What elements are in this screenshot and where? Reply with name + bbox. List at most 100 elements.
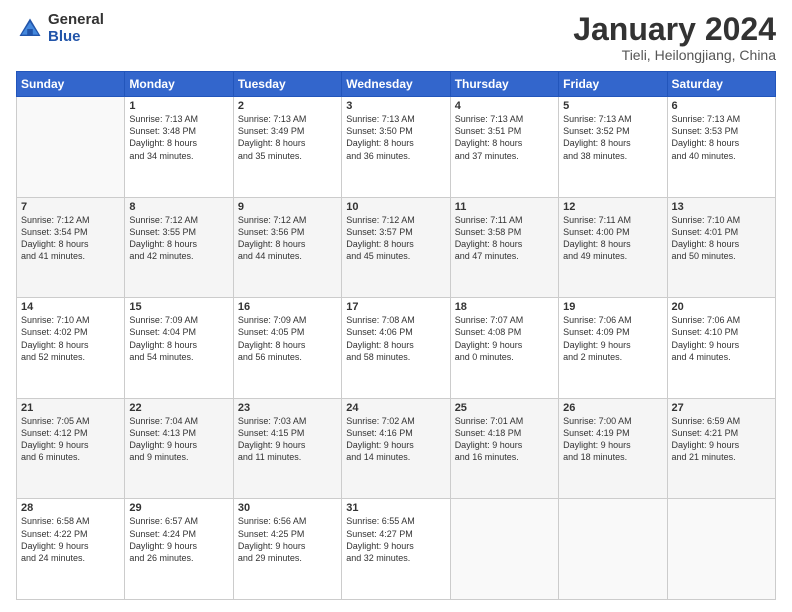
subtitle: Tieli, Heilongjiang, China: [573, 47, 776, 63]
day-number: 14: [21, 301, 120, 313]
table-row: 10Sunrise: 7:12 AMSunset: 3:57 PMDayligh…: [342, 197, 450, 298]
day-info: Sunrise: 7:01 AMSunset: 4:18 PMDaylight:…: [455, 415, 554, 464]
table-row: [667, 499, 775, 600]
header: General Blue January 2024 Tieli, Heilong…: [16, 12, 776, 63]
table-row: 21Sunrise: 7:05 AMSunset: 4:12 PMDayligh…: [17, 398, 125, 499]
day-info: Sunrise: 6:57 AMSunset: 4:24 PMDaylight:…: [129, 515, 228, 564]
day-number: 2: [238, 100, 337, 112]
table-row: 9Sunrise: 7:12 AMSunset: 3:56 PMDaylight…: [233, 197, 341, 298]
col-wednesday: Wednesday: [342, 72, 450, 97]
day-info: Sunrise: 7:13 AMSunset: 3:53 PMDaylight:…: [672, 113, 771, 162]
day-info: Sunrise: 7:02 AMSunset: 4:16 PMDaylight:…: [346, 415, 445, 464]
day-number: 22: [129, 402, 228, 414]
day-info: Sunrise: 6:58 AMSunset: 4:22 PMDaylight:…: [21, 515, 120, 564]
col-thursday: Thursday: [450, 72, 558, 97]
table-row: 18Sunrise: 7:07 AMSunset: 4:08 PMDayligh…: [450, 298, 558, 399]
calendar-week-row: 28Sunrise: 6:58 AMSunset: 4:22 PMDayligh…: [17, 499, 776, 600]
day-info: Sunrise: 7:07 AMSunset: 4:08 PMDaylight:…: [455, 314, 554, 363]
table-row: 5Sunrise: 7:13 AMSunset: 3:52 PMDaylight…: [559, 97, 667, 198]
day-info: Sunrise: 7:13 AMSunset: 3:50 PMDaylight:…: [346, 113, 445, 162]
day-number: 4: [455, 100, 554, 112]
day-number: 5: [563, 100, 662, 112]
col-sunday: Sunday: [17, 72, 125, 97]
logo-blue: Blue: [48, 29, 104, 46]
calendar-week-row: 7Sunrise: 7:12 AMSunset: 3:54 PMDaylight…: [17, 197, 776, 298]
table-row: 22Sunrise: 7:04 AMSunset: 4:13 PMDayligh…: [125, 398, 233, 499]
table-row: 14Sunrise: 7:10 AMSunset: 4:02 PMDayligh…: [17, 298, 125, 399]
day-info: Sunrise: 7:11 AMSunset: 4:00 PMDaylight:…: [563, 214, 662, 263]
day-info: Sunrise: 7:04 AMSunset: 4:13 PMDaylight:…: [129, 415, 228, 464]
table-row: 29Sunrise: 6:57 AMSunset: 4:24 PMDayligh…: [125, 499, 233, 600]
calendar: Sunday Monday Tuesday Wednesday Thursday…: [16, 71, 776, 600]
day-number: 13: [672, 201, 771, 213]
day-number: 12: [563, 201, 662, 213]
day-info: Sunrise: 7:10 AMSunset: 4:01 PMDaylight:…: [672, 214, 771, 263]
col-monday: Monday: [125, 72, 233, 97]
col-tuesday: Tuesday: [233, 72, 341, 97]
table-row: 8Sunrise: 7:12 AMSunset: 3:55 PMDaylight…: [125, 197, 233, 298]
day-info: Sunrise: 7:13 AMSunset: 3:48 PMDaylight:…: [129, 113, 228, 162]
calendar-week-row: 1Sunrise: 7:13 AMSunset: 3:48 PMDaylight…: [17, 97, 776, 198]
day-number: 20: [672, 301, 771, 313]
table-row: 6Sunrise: 7:13 AMSunset: 3:53 PMDaylight…: [667, 97, 775, 198]
day-info: Sunrise: 7:13 AMSunset: 3:49 PMDaylight:…: [238, 113, 337, 162]
day-number: 9: [238, 201, 337, 213]
table-row: 23Sunrise: 7:03 AMSunset: 4:15 PMDayligh…: [233, 398, 341, 499]
logo: General Blue: [16, 12, 104, 45]
day-info: Sunrise: 7:09 AMSunset: 4:04 PMDaylight:…: [129, 314, 228, 363]
day-number: 31: [346, 502, 445, 514]
day-info: Sunrise: 7:12 AMSunset: 3:54 PMDaylight:…: [21, 214, 120, 263]
table-row: 27Sunrise: 6:59 AMSunset: 4:21 PMDayligh…: [667, 398, 775, 499]
table-row: 2Sunrise: 7:13 AMSunset: 3:49 PMDaylight…: [233, 97, 341, 198]
day-info: Sunrise: 7:06 AMSunset: 4:10 PMDaylight:…: [672, 314, 771, 363]
col-saturday: Saturday: [667, 72, 775, 97]
day-number: 24: [346, 402, 445, 414]
day-number: 3: [346, 100, 445, 112]
day-info: Sunrise: 7:13 AMSunset: 3:51 PMDaylight:…: [455, 113, 554, 162]
day-number: 16: [238, 301, 337, 313]
day-info: Sunrise: 7:08 AMSunset: 4:06 PMDaylight:…: [346, 314, 445, 363]
day-info: Sunrise: 7:06 AMSunset: 4:09 PMDaylight:…: [563, 314, 662, 363]
day-info: Sunrise: 7:05 AMSunset: 4:12 PMDaylight:…: [21, 415, 120, 464]
day-info: Sunrise: 7:12 AMSunset: 3:55 PMDaylight:…: [129, 214, 228, 263]
logo-icon: [16, 15, 44, 43]
day-number: 23: [238, 402, 337, 414]
day-number: 28: [21, 502, 120, 514]
day-number: 10: [346, 201, 445, 213]
table-row: [17, 97, 125, 198]
day-number: 1: [129, 100, 228, 112]
calendar-week-row: 14Sunrise: 7:10 AMSunset: 4:02 PMDayligh…: [17, 298, 776, 399]
title-area: January 2024 Tieli, Heilongjiang, China: [573, 12, 776, 63]
table-row: 11Sunrise: 7:11 AMSunset: 3:58 PMDayligh…: [450, 197, 558, 298]
table-row: 12Sunrise: 7:11 AMSunset: 4:00 PMDayligh…: [559, 197, 667, 298]
table-row: 4Sunrise: 7:13 AMSunset: 3:51 PMDaylight…: [450, 97, 558, 198]
table-row: 7Sunrise: 7:12 AMSunset: 3:54 PMDaylight…: [17, 197, 125, 298]
col-friday: Friday: [559, 72, 667, 97]
table-row: [559, 499, 667, 600]
day-info: Sunrise: 7:10 AMSunset: 4:02 PMDaylight:…: [21, 314, 120, 363]
table-row: 30Sunrise: 6:56 AMSunset: 4:25 PMDayligh…: [233, 499, 341, 600]
table-row: 20Sunrise: 7:06 AMSunset: 4:10 PMDayligh…: [667, 298, 775, 399]
table-row: [450, 499, 558, 600]
table-row: 1Sunrise: 7:13 AMSunset: 3:48 PMDaylight…: [125, 97, 233, 198]
day-info: Sunrise: 6:56 AMSunset: 4:25 PMDaylight:…: [238, 515, 337, 564]
calendar-week-row: 21Sunrise: 7:05 AMSunset: 4:12 PMDayligh…: [17, 398, 776, 499]
table-row: 19Sunrise: 7:06 AMSunset: 4:09 PMDayligh…: [559, 298, 667, 399]
day-info: Sunrise: 6:55 AMSunset: 4:27 PMDaylight:…: [346, 515, 445, 564]
table-row: 28Sunrise: 6:58 AMSunset: 4:22 PMDayligh…: [17, 499, 125, 600]
page: General Blue January 2024 Tieli, Heilong…: [0, 0, 792, 612]
day-number: 21: [21, 402, 120, 414]
day-info: Sunrise: 6:59 AMSunset: 4:21 PMDaylight:…: [672, 415, 771, 464]
calendar-header-row: Sunday Monday Tuesday Wednesday Thursday…: [17, 72, 776, 97]
day-info: Sunrise: 7:11 AMSunset: 3:58 PMDaylight:…: [455, 214, 554, 263]
day-number: 6: [672, 100, 771, 112]
day-number: 30: [238, 502, 337, 514]
main-title: January 2024: [573, 12, 776, 47]
day-info: Sunrise: 7:12 AMSunset: 3:56 PMDaylight:…: [238, 214, 337, 263]
day-number: 15: [129, 301, 228, 313]
logo-text: General Blue: [48, 12, 104, 45]
table-row: 26Sunrise: 7:00 AMSunset: 4:19 PMDayligh…: [559, 398, 667, 499]
day-number: 7: [21, 201, 120, 213]
table-row: 17Sunrise: 7:08 AMSunset: 4:06 PMDayligh…: [342, 298, 450, 399]
day-number: 8: [129, 201, 228, 213]
